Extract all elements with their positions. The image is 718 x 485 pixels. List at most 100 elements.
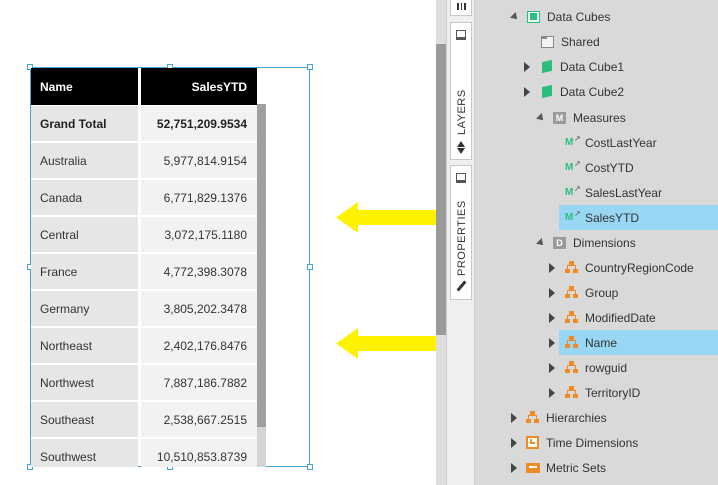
table-scroll-thumb[interactable]	[257, 104, 266, 427]
row-name-cell: Central	[31, 217, 138, 254]
tab-collapse-top[interactable]	[450, 0, 472, 16]
expand-toggle-icon[interactable]	[549, 287, 555, 298]
tree-node-time-dimensions[interactable]: Time Dimensions	[511, 430, 638, 455]
tree-node-data-cube2[interactable]: Data Cube2	[524, 79, 624, 104]
table-row[interactable]: France 4,772,398.3078	[31, 254, 257, 291]
expand-toggle-icon[interactable]	[510, 11, 520, 22]
dimensions-folder-icon: D	[553, 236, 566, 249]
tree-node-dimension[interactable]: ModifiedDate	[549, 305, 656, 330]
tree-node-label: Data Cubes	[547, 9, 611, 24]
tree-node-label: TerritoryID	[585, 385, 641, 400]
row-name-cell: Australia	[31, 143, 138, 180]
folder-icon	[541, 35, 554, 48]
measure-icon: M ↗	[565, 159, 581, 173]
expand-toggle-icon[interactable]	[549, 387, 555, 398]
expand-toggle-icon[interactable]	[511, 437, 517, 448]
row-value-cell: 2,538,667.2515	[141, 402, 257, 439]
row-value-cell: 6,771,829.1376	[141, 180, 257, 217]
resize-handle-ne[interactable]	[307, 64, 313, 70]
tree-node-dimension[interactable]: Name	[549, 330, 718, 355]
tree-node-measure[interactable]: M ↗ CostLastYear	[565, 130, 657, 155]
tree-node-hierarchies[interactable]: Hierarchies	[511, 405, 607, 430]
tree-node-dimension[interactable]: CountryRegionCode	[549, 255, 694, 280]
columns-icon	[457, 3, 466, 10]
expand-toggle-icon[interactable]	[549, 337, 555, 348]
tree-node-label: CountryRegionCode	[585, 260, 694, 275]
tree-node-label: Group	[585, 285, 619, 300]
expand-toggle-icon[interactable]	[549, 312, 555, 323]
row-value-cell: 5,977,814.9154	[141, 143, 257, 180]
resize-handle-e[interactable]	[307, 264, 313, 270]
tab-layers[interactable]: LAYERS	[450, 22, 472, 160]
data-tree-panel[interactable]: Data Cubes Shared Data Cube1 Data Cube2 …	[475, 0, 718, 485]
dashboard-canvas[interactable]: Name SalesYTD Grand Total 52,751,209.953…	[0, 0, 558, 485]
table-row[interactable]: Southwest 10,510,853.8739	[31, 439, 257, 467]
dimension-icon	[565, 286, 578, 299]
expand-toggle-icon[interactable]	[536, 112, 546, 123]
canvas-scroll-thumb[interactable]	[436, 44, 446, 335]
table-row[interactable]: Northeast 2,402,176.8476	[31, 328, 257, 365]
row-name-cell: France	[31, 254, 138, 291]
dimension-icon	[565, 386, 578, 399]
tree-node-label: CostLastYear	[585, 135, 657, 150]
tree-node-shared[interactable]: Shared	[541, 29, 600, 54]
tree-node-dimension[interactable]: rowguid	[549, 355, 627, 380]
table-row[interactable]: Canada 6,771,829.1376	[31, 180, 257, 217]
row-name-cell: Southeast	[31, 402, 138, 439]
column-header-name[interactable]: Name	[31, 68, 138, 105]
row-value-cell: 3,072,175.1180	[141, 217, 257, 254]
grand-total-label: Grand Total	[31, 106, 138, 143]
tree-node-dimension[interactable]: TerritoryID	[549, 380, 640, 405]
table-row[interactable]: Australia 5,977,814.9154	[31, 143, 257, 180]
expand-toggle-icon[interactable]	[511, 412, 517, 423]
measure-icon: M ↗	[565, 184, 581, 198]
metric-set-icon	[526, 461, 540, 474]
panel-icon	[456, 173, 466, 183]
tree-node-measure[interactable]: M ↗ SalesLastYear	[565, 180, 662, 205]
expand-toggle-icon[interactable]	[536, 237, 546, 248]
canvas-vertical-scrollbar[interactable]	[436, 0, 446, 485]
measures-folder-icon: M	[553, 111, 566, 124]
tree-node-measure[interactable]: M ↗ CostYTD	[565, 155, 634, 180]
resize-handle-se[interactable]	[307, 464, 313, 470]
layers-icon	[457, 141, 465, 147]
tree-node-measures[interactable]: M Measures	[536, 105, 626, 130]
layers-icon-lower	[457, 148, 465, 154]
row-value-cell: 2,402,176.8476	[141, 328, 257, 365]
tree-node-dimensions[interactable]: D Dimensions	[536, 230, 636, 255]
expand-toggle-icon[interactable]	[524, 61, 530, 72]
table-header-row: Name SalesYTD	[31, 68, 257, 105]
tree-node-label: Dimensions	[573, 235, 636, 250]
grand-total-row: Grand Total 52,751,209.9534	[31, 106, 257, 143]
expand-toggle-icon[interactable]	[524, 86, 530, 97]
column-header-salesytd[interactable]: SalesYTD	[141, 68, 257, 105]
table-row[interactable]: Southeast 2,538,667.2515	[31, 402, 257, 439]
tree-node-label: Hierarchies	[546, 410, 607, 425]
tab-properties[interactable]: PROPERTIES	[450, 165, 472, 300]
table-row[interactable]: Germany 3,805,202.3478	[31, 291, 257, 328]
panel-icon	[456, 30, 466, 40]
cube-icon	[540, 59, 553, 74]
table-vertical-scrollbar[interactable]	[257, 104, 266, 467]
expand-toggle-icon[interactable]	[549, 262, 555, 273]
tree-node-data-cube1[interactable]: Data Cube1	[524, 54, 624, 79]
tab-properties-label: PROPERTIES	[456, 200, 468, 276]
expand-toggle-icon[interactable]	[511, 462, 517, 473]
grand-total-value: 52,751,209.9534	[141, 106, 257, 143]
row-name-cell: Canada	[31, 180, 138, 217]
tree-node-metric-sets[interactable]: Metric Sets	[511, 455, 606, 480]
tree-node-measure[interactable]: M ↗ SalesYTD	[559, 205, 718, 230]
cube-folder-icon	[527, 10, 540, 23]
tree-node-data-cubes[interactable]: Data Cubes	[510, 4, 611, 29]
table-row[interactable]: Central 3,072,175.1180	[31, 217, 257, 254]
tree-node-dimension[interactable]: Group	[549, 280, 618, 305]
table-row[interactable]: Northwest 7,887,186.7882	[31, 365, 257, 402]
row-value-cell: 3,805,202.3478	[141, 291, 257, 328]
data-table[interactable]: Name SalesYTD Grand Total 52,751,209.953…	[31, 68, 257, 467]
dimension-icon	[565, 361, 578, 374]
dimension-icon	[565, 311, 578, 324]
row-value-cell: 4,772,398.3078	[141, 254, 257, 291]
expand-toggle-icon[interactable]	[549, 362, 555, 373]
dimension-icon	[565, 261, 578, 274]
tree-node-label: Time Dimensions	[546, 435, 639, 450]
